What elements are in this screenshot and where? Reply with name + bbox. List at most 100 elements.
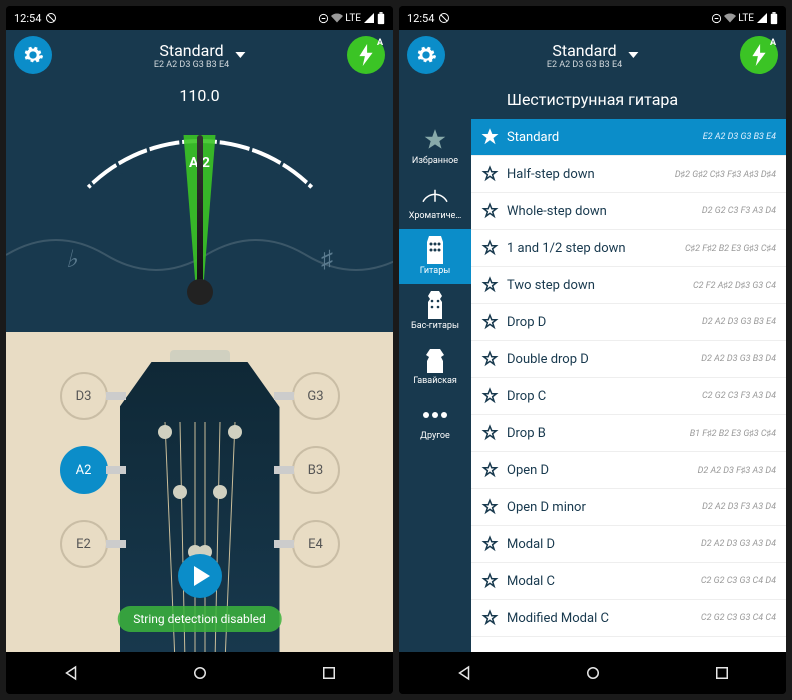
- category-icon: [403, 347, 467, 373]
- settings-button[interactable]: [14, 36, 52, 74]
- status-bar: 12:54 LTE: [399, 6, 786, 30]
- recent-icon[interactable]: [713, 664, 731, 682]
- tuning-list-screen: 12:54 LTE Standard E2 A2 D3 G3 B3 E4 A Ш…: [399, 6, 786, 694]
- tuning-notes: E2 A2 D3 G3 B3 E4: [154, 60, 229, 70]
- star-icon[interactable]: [481, 572, 499, 590]
- app-bar: Standard E2 A2 D3 G3 B3 E4 A: [399, 30, 786, 80]
- peg-d3[interactable]: D3: [60, 372, 108, 420]
- tuner-screen: 12:54 LTE Standard E2 A2 D3 G3 B3 E4 A 1…: [6, 6, 393, 694]
- star-icon[interactable]: [481, 350, 499, 368]
- tuning-row[interactable]: Open DD2 A2 D3 F♯3 A3 D4: [471, 452, 786, 489]
- auto-mode-button[interactable]: A: [740, 36, 778, 74]
- tuning-row[interactable]: Whole-step downD2 G2 C3 F3 A3 D4: [471, 193, 786, 230]
- category-icon: [403, 127, 467, 153]
- list-content: Шестиструнная гитара Избранное Хроматиче……: [399, 80, 786, 652]
- category-icon: [403, 182, 467, 208]
- settings-button[interactable]: [407, 36, 445, 74]
- star-icon[interactable]: [481, 202, 499, 220]
- sidebar-item-0[interactable]: Избранное: [399, 119, 471, 174]
- category-icon: [403, 292, 467, 318]
- home-icon[interactable]: [584, 664, 602, 682]
- tuning-row[interactable]: Drop BB1 F♯2 B2 E3 G♯3 C♯4: [471, 415, 786, 452]
- tuning-row-notes: C2 G2 C3 G3 C4 C4: [701, 613, 776, 623]
- play-icon: [194, 566, 210, 586]
- tuner-content: 110.0 A 2 ♭ ♯: [6, 80, 393, 652]
- peg-e4[interactable]: E4: [292, 520, 340, 568]
- star-icon[interactable]: [481, 461, 499, 479]
- peg-g3[interactable]: G3: [292, 372, 340, 420]
- sidebar-item-label: Бас-гитары: [403, 321, 467, 331]
- tuning-row[interactable]: Modified Modal CC2 G2 C3 G3 C4 C4: [471, 600, 786, 637]
- star-icon[interactable]: [481, 535, 499, 553]
- peg-b3[interactable]: B3: [292, 446, 340, 494]
- back-icon[interactable]: [455, 664, 473, 682]
- auto-mode-button[interactable]: A: [347, 36, 385, 74]
- peg-a2[interactable]: A2: [60, 446, 108, 494]
- sidebar-item-3[interactable]: Бас-гитары: [399, 284, 471, 339]
- tuning-name: Standard: [547, 41, 622, 60]
- tuning-row[interactable]: Drop DD2 A2 D3 G3 B3 E4: [471, 304, 786, 341]
- tuning-row-notes: D♯2 G♯2 C♯3 F♯3 A♯3 D♯4: [675, 169, 776, 180]
- android-navbar: [399, 652, 786, 694]
- star-icon[interactable]: [481, 609, 499, 627]
- star-icon[interactable]: [481, 424, 499, 442]
- tuning-row[interactable]: StandardE2 A2 D3 G3 B3 E4: [471, 119, 786, 156]
- tuning-row-name: Half-step down: [507, 167, 675, 182]
- tuning-gauge: A 2 ♭ ♯: [6, 105, 393, 300]
- star-icon[interactable]: [481, 165, 499, 183]
- clock: 12:54: [407, 12, 434, 25]
- tuning-row-notes: E2 A2 D3 G3 B3 E4: [703, 132, 776, 142]
- app-bar: Standard E2 A2 D3 G3 B3 E4 A: [6, 30, 393, 80]
- star-icon[interactable]: [481, 239, 499, 257]
- star-icon[interactable]: [481, 128, 499, 146]
- category-sidebar: Избранное Хроматиче… Гитары Бас-гитары Гавай…: [399, 119, 471, 652]
- sidebar-item-4[interactable]: Гавайская: [399, 339, 471, 394]
- tuning-row[interactable]: Open D minorD2 A2 D3 F3 A3 D4: [471, 489, 786, 526]
- tuning-list[interactable]: StandardE2 A2 D3 G3 B3 E4Half-step downD…: [471, 119, 786, 652]
- category-icon: [403, 402, 467, 428]
- tuning-row[interactable]: Modal DD2 A2 D3 G3 A3 D4: [471, 526, 786, 563]
- sidebar-item-2[interactable]: Гитары: [399, 229, 471, 284]
- star-icon[interactable]: [481, 276, 499, 294]
- star-icon[interactable]: [481, 313, 499, 331]
- tuning-row-notes: D2 G2 C3 F3 A3 D4: [702, 206, 776, 216]
- play-button[interactable]: [178, 554, 222, 598]
- network: LTE: [738, 13, 754, 24]
- star-icon[interactable]: [481, 387, 499, 405]
- star-icon[interactable]: [481, 498, 499, 516]
- tuning-row-notes: C2 G2 C3 F3 A3 D4: [702, 391, 776, 401]
- tuning-row-notes: D2 A2 D3 F3 A3 D4: [702, 502, 776, 512]
- tuning-row[interactable]: Double drop DD2 A2 D3 G3 B3 D4: [471, 341, 786, 378]
- auto-badge: A: [770, 38, 776, 48]
- tuning-row-notes: D2 A2 D3 G3 B3 E4: [702, 317, 776, 327]
- tuning-row-name: Whole-step down: [507, 204, 702, 219]
- tuning-row-name: 1 and 1/2 step down: [507, 241, 685, 256]
- tuning-row-name: Drop C: [507, 389, 702, 404]
- gear-icon: [22, 44, 44, 66]
- tuning-row[interactable]: Modal CC2 G2 C3 G3 C4 D4: [471, 563, 786, 600]
- home-icon[interactable]: [191, 664, 209, 682]
- tuning-row[interactable]: 1 and 1/2 step downC♯2 F♯2 B2 E3 G♯3 C♯4: [471, 230, 786, 267]
- peg-e2[interactable]: E2: [60, 520, 108, 568]
- frequency-readout: 110.0: [6, 80, 393, 105]
- sidebar-item-label: Хроматиче…: [403, 211, 467, 221]
- headstock: D3 G3 A2 B3 E2 E4 String detection disab…: [6, 332, 393, 652]
- sidebar-item-5[interactable]: Другое: [399, 394, 471, 449]
- tuning-selector[interactable]: Standard E2 A2 D3 G3 B3 E4: [547, 41, 638, 70]
- network: LTE: [345, 13, 361, 24]
- tuning-row[interactable]: Drop CC2 G2 C3 F3 A3 D4: [471, 378, 786, 415]
- bolt-icon: [357, 44, 375, 66]
- tuning-row[interactable]: Two step downC2 F2 A♯2 D♯3 G3 C4: [471, 267, 786, 304]
- sidebar-item-1[interactable]: Хроматиче…: [399, 174, 471, 229]
- tuning-row-name: Double drop D: [507, 352, 701, 367]
- instrument-header: Шестиструнная гитара: [399, 80, 786, 119]
- sharp-symbol: ♯: [321, 245, 333, 274]
- tuning-row-notes: C♯2 F♯2 B2 E3 G♯3 C♯4: [685, 243, 776, 254]
- tuning-selector[interactable]: Standard E2 A2 D3 G3 B3 E4: [154, 41, 245, 70]
- back-icon[interactable]: [62, 664, 80, 682]
- chevron-down-icon: [235, 52, 245, 58]
- tuning-row[interactable]: Half-step downD♯2 G♯2 C♯3 F♯3 A♯3 D♯4: [471, 156, 786, 193]
- tuning-row-name: Drop B: [507, 426, 690, 441]
- toast-message: String detection disabled: [117, 606, 282, 632]
- recent-icon[interactable]: [320, 664, 338, 682]
